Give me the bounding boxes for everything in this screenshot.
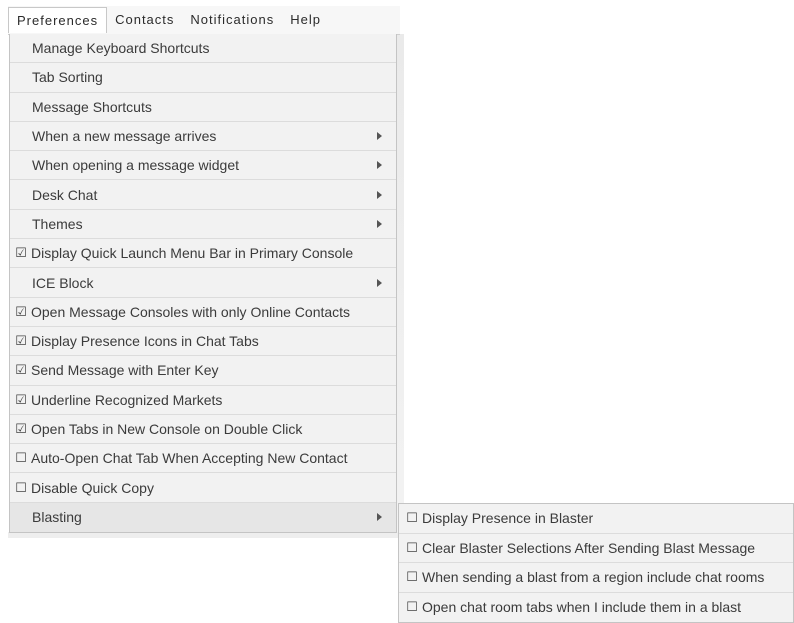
preferences-item-ice-block[interactable]: ICE Block: [10, 268, 396, 298]
menu-item-label: Display Quick Launch Menu Bar in Primary…: [31, 245, 354, 262]
preferences-item-themes[interactable]: Themes: [10, 210, 396, 240]
checkbox-unchecked-icon[interactable]: ☐: [14, 480, 28, 496]
submenu-arrow-icon: [377, 132, 382, 141]
blasting-item-when-sending-a-blast-from-a-region-include-chat-rooms[interactable]: ☐ When sending a blast from a region incl…: [399, 563, 793, 593]
menu-bar: Preferences Contacts Notifications Help: [8, 6, 400, 35]
preferences-item-tab-sorting[interactable]: Tab Sorting: [10, 63, 396, 93]
menu-item-label: Desk Chat: [32, 186, 98, 203]
preferences-item-blasting[interactable]: Blasting: [10, 502, 396, 533]
menu-item-label: Tab Sorting: [32, 69, 103, 86]
preferences-item-message-shortcuts[interactable]: Message Shortcuts: [10, 93, 396, 122]
checkbox-checked-icon[interactable]: ☑: [14, 333, 28, 349]
menu-contacts[interactable]: Contacts: [107, 7, 182, 33]
submenu-arrow-icon: [377, 278, 382, 287]
preferences-item-underline-recognized-markets[interactable]: ☑ Underline Recognized Markets: [10, 386, 396, 415]
checkbox-checked-icon[interactable]: ☑: [14, 362, 28, 378]
blasting-item-clear-blaster-selections-after-sending-blast-message[interactable]: ☐ Clear Blaster Selections After Sending …: [399, 534, 793, 563]
menu-item-label: When opening a message widget: [32, 157, 240, 174]
preferences-item-open-tabs-in-new-console-on-double-click[interactable]: ☑ Open Tabs in New Console on Double Clic…: [10, 415, 396, 445]
checkbox-unchecked-icon[interactable]: ☐: [14, 450, 28, 466]
preferences-item-when-opening-a-message-widget[interactable]: When opening a message widget: [10, 151, 396, 181]
submenu-arrow-icon: [377, 190, 382, 199]
background-window-edge: [396, 34, 404, 534]
menu-item-label: Display Presence Icons in Chat Tabs: [31, 333, 259, 350]
menu-item-label: Open Message Consoles with only Online C…: [31, 303, 351, 320]
preferences-item-display-quick-launch-menu-bar-in-primary-console[interactable]: ☑ Display Quick Launch Menu Bar in Primar…: [10, 239, 396, 269]
menu-item-label: Themes: [32, 215, 83, 232]
menu-item-label: When a new message arrives: [32, 128, 217, 145]
preferences-item-desk-chat[interactable]: Desk Chat: [10, 180, 396, 210]
preferences-dropdown: Manage Keyboard Shortcuts Tab Sorting Mess…: [9, 34, 397, 534]
menu-item-label: When sending a blast from a region inclu…: [422, 569, 765, 586]
blasting-item-display-presence-in-blaster[interactable]: ☐ Display Presence in Blaster: [399, 504, 793, 534]
preferences-item-send-message-with-enter-key[interactable]: ☑ Send Message with Enter Key: [10, 356, 396, 386]
checkbox-checked-icon[interactable]: ☑: [14, 392, 28, 408]
menu-item-label: Send Message with Enter Key: [31, 362, 219, 379]
blasting-item-open-chat-room-tabs-when-i-include-them-in-a-blast[interactable]: ☐ Open chat room tabs when I include them…: [399, 593, 793, 623]
menu-notifications[interactable]: Notifications: [182, 7, 282, 33]
menu-item-label: Auto-Open Chat Tab When Accepting New Co…: [31, 450, 348, 467]
menu-item-label: Underline Recognized Markets: [31, 391, 223, 408]
checkbox-checked-icon[interactable]: ☑: [14, 304, 28, 320]
menu-item-label: ICE Block: [32, 274, 94, 291]
checkbox-unchecked-icon[interactable]: ☐: [405, 599, 419, 615]
menu-item-label: Blasting: [32, 509, 82, 526]
preferences-item-when-a-new-message-arrives[interactable]: When a new message arrives: [10, 122, 396, 152]
blasting-submenu: ☐ Display Presence in Blaster ☐ Clear Blast…: [398, 503, 794, 623]
menu-item-label: Clear Blaster Selections After Sending B…: [422, 539, 756, 556]
preferences-item-disable-quick-copy[interactable]: ☐ Disable Quick Copy: [10, 473, 396, 503]
menu-help[interactable]: Help: [282, 7, 329, 33]
checkbox-unchecked-icon[interactable]: ☐: [405, 540, 419, 556]
menu-item-label: Message Shortcuts: [32, 98, 152, 115]
menu-item-label: Open chat room tabs when I include them …: [422, 599, 742, 616]
menu-item-label: Open Tabs in New Console on Double Click: [31, 421, 303, 437]
menu-preferences[interactable]: Preferences: [8, 7, 108, 33]
menu-item-label: Display Presence in Blaster: [422, 510, 594, 527]
menu-item-label: Manage Keyboard Shortcuts: [32, 40, 210, 57]
submenu-arrow-icon: [377, 161, 382, 170]
preferences-item-open-message-consoles-with-only-online-contacts[interactable]: ☑ Open Message Consoles with only Online …: [10, 298, 396, 327]
menu-item-label: Disable Quick Copy: [31, 479, 154, 496]
checkbox-unchecked-icon[interactable]: ☐: [405, 569, 419, 585]
preferences-item-auto-open-chat-tab-when-accepting-new-contact[interactable]: ☐ Auto-Open Chat Tab When Accepting New C…: [10, 444, 396, 474]
submenu-arrow-icon: [377, 219, 382, 228]
preferences-item-manage-keyboard-shortcuts[interactable]: Manage Keyboard Shortcuts: [10, 34, 396, 64]
checkbox-unchecked-icon[interactable]: ☐: [405, 510, 419, 526]
checkbox-checked-icon[interactable]: ☑: [14, 421, 28, 437]
submenu-arrow-icon: [377, 513, 382, 522]
checkbox-checked-icon[interactable]: ☑: [14, 245, 28, 261]
preferences-item-display-presence-icons-in-chat-tabs[interactable]: ☑ Display Presence Icons in Chat Tabs: [10, 327, 396, 357]
